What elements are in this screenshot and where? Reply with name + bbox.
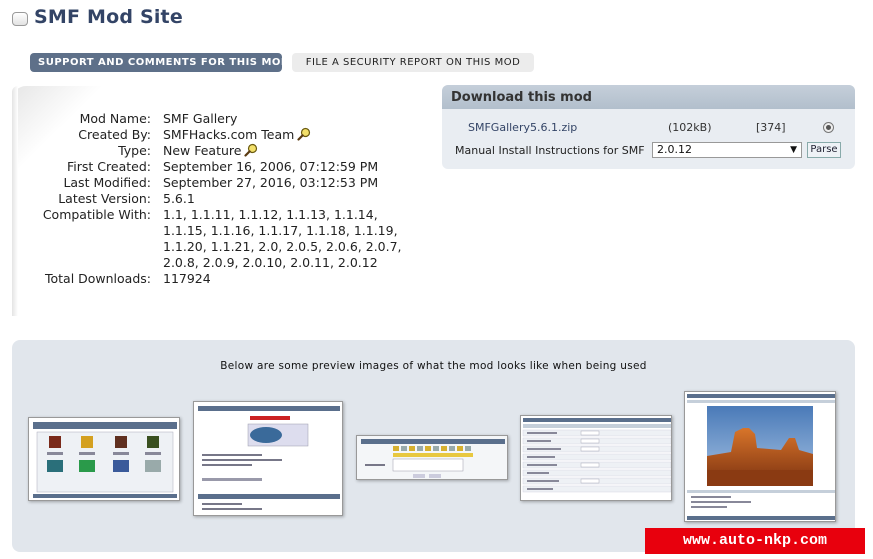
preview-thumbnail[interactable] <box>193 401 343 516</box>
detail-label: Total Downloads: <box>44 271 151 286</box>
detail-value: New Feature <box>163 143 403 159</box>
smf-version-select[interactable]: 2.0.12 ▼ <box>652 142 802 158</box>
detail-value: SMF Gallery <box>163 111 238 126</box>
preview-caption: Below are some preview images of what th… <box>220 360 647 372</box>
mod-details: Mod Name: SMF Gallery Created By: SMFHac… <box>18 111 403 287</box>
detail-label: Compatible With: <box>42 207 151 222</box>
site-header: SMF Mod Site <box>12 6 183 28</box>
detail-row-type: Type: New Feature <box>18 143 403 159</box>
detail-value: SMFHacks.com Team <box>163 127 403 143</box>
collapse-checkbox[interactable] <box>12 11 28 26</box>
preview-section: Below are some preview images of what th… <box>12 340 855 552</box>
detail-row-created-by: Created By: SMFHacks.com Team <box>18 127 403 143</box>
manual-install-label: Manual Install Instructions for SMF <box>455 144 645 157</box>
download-box: Download this mod SMFGallery5.6.1.zip (1… <box>442 85 855 169</box>
preview-thumbnail[interactable] <box>520 415 672 501</box>
detail-label: Last Modified: <box>63 175 151 190</box>
detail-value: September 16, 2006, 07:12:59 PM <box>163 159 379 174</box>
detail-label: Latest Version: <box>58 191 151 206</box>
preview-thumbnail[interactable] <box>684 391 836 522</box>
preview-thumbnail[interactable] <box>28 417 180 501</box>
detail-row-first-created: First Created: September 16, 2006, 07:12… <box>18 159 403 175</box>
download-file-size: (102kB) <box>668 121 712 134</box>
download-radio[interactable] <box>823 122 834 133</box>
magnifier-icon[interactable] <box>297 127 311 141</box>
download-box-title: Download this mod <box>442 85 855 109</box>
detail-value: 117924 <box>163 271 211 286</box>
detail-value: 1.1, 1.1.11, 1.1.12, 1.1.13, 1.1.14, 1.1… <box>163 207 402 270</box>
site-title: SMF Mod Site <box>34 6 183 28</box>
detail-row-last-modified: Last Modified: September 27, 2016, 03:12… <box>18 175 403 191</box>
detail-value: 5.6.1 <box>163 191 195 206</box>
detail-row-mod-name: Mod Name: SMF Gallery <box>18 111 403 127</box>
preview-thumbnail[interactable] <box>356 435 508 480</box>
security-report-button[interactable]: FILE A SECURITY REPORT ON THIS MOD <box>292 53 534 72</box>
support-comments-button[interactable]: SUPPORT AND COMMENTS FOR THIS MOD <box>30 53 289 72</box>
magnifier-icon[interactable] <box>244 143 258 157</box>
detail-label: Created By: <box>78 127 151 142</box>
smf-version-value: 2.0.12 <box>657 143 692 156</box>
parse-button[interactable]: Parse <box>807 142 841 158</box>
detail-row-latest-version: Latest Version: 5.6.1 <box>18 191 403 207</box>
detail-label: Type: <box>118 143 151 158</box>
detail-value: September 27, 2016, 03:12:53 PM <box>163 175 379 190</box>
detail-row-compatible-with: Compatible With: 1.1, 1.1.11, 1.1.12, 1.… <box>18 207 403 271</box>
watermark: www.auto-nkp.com <box>645 528 865 554</box>
download-count: [374] <box>756 121 786 134</box>
detail-label: Mod Name: <box>79 111 151 126</box>
type-link[interactable]: New Feature <box>163 143 241 158</box>
download-file-link[interactable]: SMFGallery5.6.1.zip <box>468 121 577 134</box>
detail-label: First Created: <box>67 159 151 174</box>
chevron-down-icon: ▼ <box>790 145 797 155</box>
detail-row-total-downloads: Total Downloads: 117924 <box>18 271 403 287</box>
creator-link[interactable]: SMFHacks.com Team <box>163 127 294 142</box>
